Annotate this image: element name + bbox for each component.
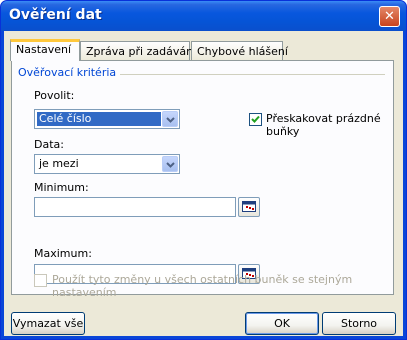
data-dropdown[interactable]: je mezi	[34, 154, 180, 174]
minimum-input[interactable]	[34, 197, 236, 217]
dialog-window: Ověření dat ✕ Nastavení Zpráva při zadáv…	[0, 0, 407, 340]
ok-button[interactable]: OK	[245, 312, 319, 335]
cancel-button[interactable]: Storno	[322, 312, 396, 335]
validation-criteria-label: Ověřovací kritéria	[18, 66, 121, 79]
range-select-icon	[242, 201, 256, 212]
tab-input-message[interactable]: Zpráva při zadávání	[80, 41, 196, 61]
settings-panel: Ověřovací kritéria Povolit: Celé číslo P…	[11, 60, 394, 295]
close-button[interactable]: ✕	[379, 6, 400, 27]
dialog-title: Ověření dat	[9, 7, 102, 23]
tab-settings[interactable]: Nastavení	[10, 39, 80, 61]
minimum-range-button[interactable]	[238, 197, 260, 217]
tab-error-alert[interactable]: Chybové hlášení	[191, 41, 288, 61]
tab-input-message-label: Zpráva při zadávání	[86, 45, 197, 58]
maximum-label: Maximum:	[34, 247, 92, 260]
close-icon: ✕	[384, 9, 395, 24]
chevron-down-icon	[166, 117, 175, 123]
checkmark-icon	[251, 115, 260, 123]
allow-label: Povolit:	[34, 89, 75, 102]
allow-value: Celé číslo	[37, 112, 161, 126]
allow-dropdown[interactable]: Celé číslo	[34, 109, 180, 129]
data-label: Data:	[34, 138, 64, 151]
ignore-blank-checkbox[interactable]	[249, 113, 262, 126]
tab-error-alert-label: Chybové hlášení	[197, 45, 288, 58]
minimum-label: Minimum:	[34, 181, 89, 194]
chevron-down-icon	[166, 162, 175, 168]
clear-all-button[interactable]: Vymazat vše	[11, 312, 85, 335]
apply-all-checkbox[interactable]	[34, 274, 47, 287]
ignore-blank-label: Přeskakovat prázdné buňky	[266, 112, 381, 138]
data-value: je mezi	[39, 157, 79, 170]
data-dropdown-button[interactable]	[162, 156, 178, 172]
apply-all-label: Použít tyto změny u všech ostatních buně…	[52, 273, 353, 299]
tab-settings-label: Nastavení	[16, 43, 72, 56]
dialog-client: Nastavení Zpráva při zadávání Chybové hl…	[4, 31, 403, 336]
title-bar[interactable]: Ověření dat ✕	[1, 1, 406, 31]
allow-dropdown-button[interactable]	[162, 111, 178, 127]
